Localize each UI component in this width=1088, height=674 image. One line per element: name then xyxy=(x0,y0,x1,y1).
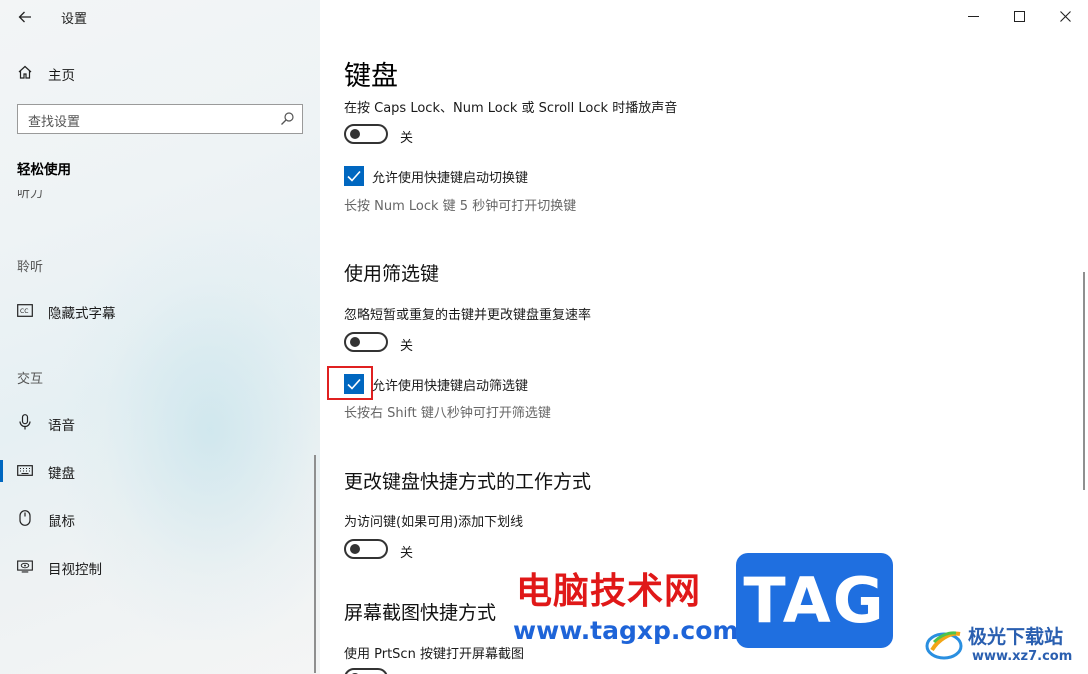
section-label-hearing: 聆听 xyxy=(17,260,44,275)
close-icon xyxy=(1059,10,1071,22)
eye-control-icon xyxy=(17,558,33,574)
print-screen-toggle[interactable] xyxy=(344,668,388,674)
back-button[interactable] xyxy=(14,6,36,28)
watermark-tag-logo: TAG xyxy=(736,553,893,648)
svg-text:CC: CC xyxy=(20,308,28,315)
watermark2-site-url: www.xz7.com xyxy=(972,649,1073,664)
mouse-icon xyxy=(17,510,33,526)
checkbox-label: 允许使用快捷键启动切换键 xyxy=(372,171,529,186)
shortcuts-heading: 更改键盘快捷方式的工作方式 xyxy=(344,471,592,493)
sidebar-item-label: 鼠标 xyxy=(48,514,75,530)
app-title: 设置 xyxy=(61,12,88,27)
search-placeholder: 查找设置 xyxy=(28,115,81,130)
close-button[interactable] xyxy=(1042,0,1088,32)
sidebar-item-closed-captions[interactable]: CC 隐藏式字幕 xyxy=(0,293,318,329)
access-key-underline-toggle[interactable] xyxy=(344,539,388,559)
toggle-knob xyxy=(350,129,360,139)
sidebar-item-label: 键盘 xyxy=(48,466,75,482)
shortcuts-setting-label: 为访问键(如果可用)添加下划线 xyxy=(344,515,524,530)
main-content: 键盘 在按 Caps Lock、Num Lock 或 Scroll Lock 时… xyxy=(320,0,1088,674)
sidebar-item-label: 目视控制 xyxy=(48,562,102,578)
sidebar-item-label: 隐藏式字幕 xyxy=(48,306,116,322)
search-icon xyxy=(279,111,295,127)
toggle-keys-shortcut-checkbox[interactable] xyxy=(344,166,364,186)
filter-keys-hint: 长按右 Shift 键八秒钟可打开筛选键 xyxy=(344,406,551,421)
category-title: 轻松使用 xyxy=(17,162,71,178)
page-title: 键盘 xyxy=(344,61,398,92)
closed-caption-icon: CC xyxy=(17,302,33,318)
search-input[interactable]: 查找设置 xyxy=(17,104,303,134)
minimize-button[interactable] xyxy=(950,0,996,32)
toggle-keys-setting-label: 在按 Caps Lock、Num Lock 或 Scroll Lock 时播放声… xyxy=(344,101,678,116)
sidebar-scrollbar[interactable] xyxy=(314,455,316,673)
sidebar-item-clipped[interactable]: 听力 xyxy=(17,190,43,204)
main-scrollbar[interactable] xyxy=(1083,272,1085,490)
sidebar-item-speech[interactable]: 语音 xyxy=(0,405,318,441)
filter-keys-heading: 使用筛选键 xyxy=(344,263,440,285)
sidebar-item-keyboard[interactable]: 键盘 xyxy=(0,453,318,489)
sidebar-item-label: 语音 xyxy=(48,418,75,434)
microphone-icon xyxy=(17,414,33,430)
section-label-interaction: 交互 xyxy=(17,372,44,387)
maximize-icon xyxy=(1013,10,1025,22)
watermark-site-name: 电脑技术网 xyxy=(516,571,702,612)
toggle-state-label: 关 xyxy=(400,546,414,561)
sidebar-item-home[interactable]: 主页 xyxy=(0,55,318,91)
sidebar-item-label: 主页 xyxy=(48,68,75,84)
watermark-site-url: www.tagxp.com xyxy=(513,616,739,645)
sidebar: 设置 主页 查找设置 轻松使用 听力 聆听 CC 隐藏式字幕 交互 语音 键盘 xyxy=(0,0,320,674)
maximize-button[interactable] xyxy=(996,0,1042,32)
aurora-logo-icon xyxy=(925,631,963,660)
filter-keys-setting-label: 忽略短暂或重复的击键并更改键盘重复速率 xyxy=(344,308,592,323)
toggle-knob xyxy=(350,337,360,347)
minimize-icon xyxy=(967,15,979,17)
watermark2-site-name: 极光下载站 xyxy=(968,626,1064,648)
toggle-keys-hint: 长按 Num Lock 键 5 秒钟可打开切换键 xyxy=(344,199,577,214)
keyboard-icon xyxy=(17,462,33,478)
toggle-state-label: 关 xyxy=(400,131,414,146)
home-icon xyxy=(17,64,33,80)
print-screen-heading: 屏幕截图快捷方式 xyxy=(344,602,497,624)
sidebar-item-mouse[interactable]: 鼠标 xyxy=(0,501,318,537)
checkbox-label: 允许使用快捷键启动筛选键 xyxy=(372,379,529,394)
print-screen-setting-label: 使用 PrtScn 按键打开屏幕截图 xyxy=(344,647,524,662)
toggle-knob xyxy=(350,544,360,554)
checkmark-icon xyxy=(347,170,361,182)
filter-keys-toggle[interactable] xyxy=(344,332,388,352)
toggle-state-label: 关 xyxy=(400,339,414,354)
sidebar-item-eye-control[interactable]: 目视控制 xyxy=(0,549,318,585)
arrow-left-icon xyxy=(18,11,31,23)
highlight-box xyxy=(327,366,373,400)
toggle-keys-sound-toggle[interactable] xyxy=(344,124,388,144)
